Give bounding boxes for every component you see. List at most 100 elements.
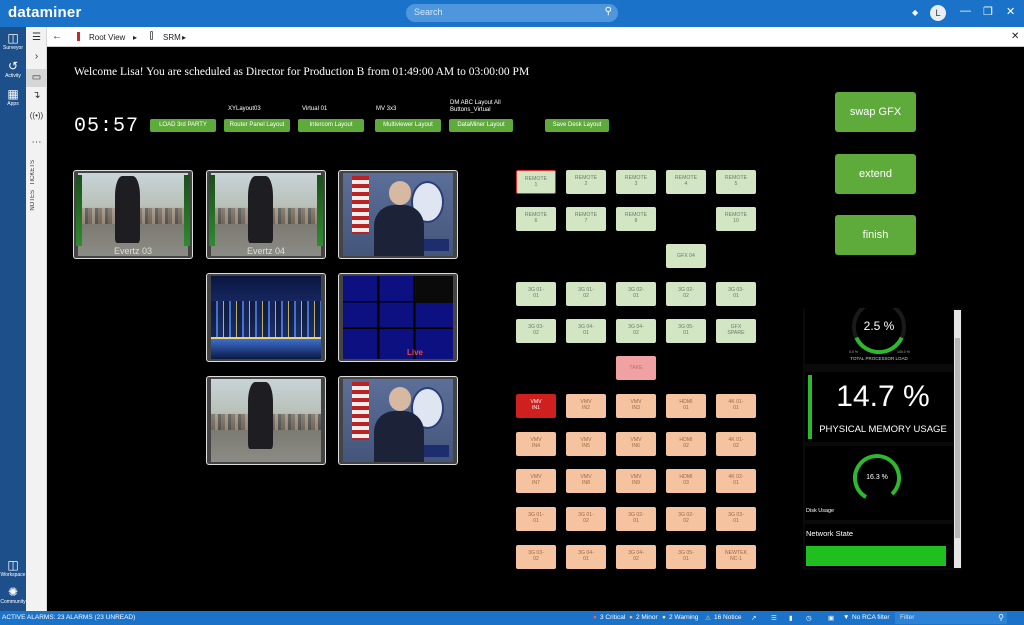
remote-button[interactable]: REMOTE 5 (716, 170, 756, 194)
destination-button[interactable]: VMV IN2 (566, 394, 606, 418)
notes-tab[interactable]: NOTES (30, 190, 36, 211)
destination-button[interactable]: 4K 01- 02 (716, 432, 756, 456)
remote-button[interactable]: REMOTE 6 (516, 207, 556, 231)
destination-button[interactable]: VMV IN7 (516, 469, 556, 493)
source-button[interactable]: 3G 04- 02 (616, 319, 656, 343)
source-button[interactable]: 3G 04- 01 (566, 319, 606, 343)
rail-item-activity[interactable]: ↺ Activity (0, 59, 26, 80)
destination-button[interactable]: VMV IN1 (516, 394, 556, 418)
destination-button[interactable]: VMV IN3 (616, 394, 656, 418)
more-icon[interactable]: ⋯ (26, 137, 47, 148)
monitor-icon[interactable]: ▭ (26, 69, 47, 87)
back-arrow-icon[interactable]: ← (52, 31, 62, 42)
broadcast-icon[interactable]: ((•)) (26, 111, 47, 120)
rail-item-apps[interactable]: ▦ Apps (0, 87, 26, 108)
restore-icon[interactable]: ❐ (983, 5, 993, 18)
remote-button[interactable]: REMOTE 2 (566, 170, 606, 194)
destination-button[interactable]: HDMI 01 (666, 394, 706, 418)
list-icon[interactable]: ☰ (771, 614, 777, 622)
video-tile-street[interactable] (206, 376, 326, 465)
take-button[interactable]: TAKE (616, 356, 656, 380)
avatar[interactable]: L (930, 5, 946, 21)
save-desk-layout-button[interactable]: Save Desk Layout (545, 119, 609, 132)
critical-count[interactable]: 3 Critical (600, 614, 625, 621)
search-icon[interactable]: ⚲ (605, 6, 612, 17)
destination-button[interactable]: 3G 01- 02 (566, 507, 606, 531)
destination-button[interactable]: NEWTEK NC-1 (716, 545, 756, 569)
remote-button[interactable]: REMOTE 4 (666, 170, 706, 194)
source-button[interactable]: 3G 02- 01 (616, 282, 656, 306)
close-icon[interactable]: ✕ (1006, 5, 1015, 18)
destination-button[interactable]: 4K 01- 01 (716, 394, 756, 418)
multiviewer-layout-button[interactable]: Multiviewer Layout (375, 119, 441, 132)
destination-button[interactable]: VMV IN4 (516, 432, 556, 456)
breadcrumb-caret-icon[interactable]: ▸ (133, 33, 137, 42)
warning-count[interactable]: 2 Warning (669, 614, 698, 621)
breadcrumb-root[interactable]: Root View (89, 33, 125, 42)
destination-button[interactable]: VMV IN9 (616, 469, 656, 493)
stats-scrollbar[interactable] (954, 310, 961, 568)
filter-input[interactable]: Filter ⚲ (895, 612, 1007, 624)
scroll-thumb[interactable] (955, 338, 960, 538)
video-tile-live[interactable]: Live (338, 273, 458, 362)
chart-icon[interactable]: ↗ (751, 614, 756, 622)
close-view-icon[interactable]: ✕ (1011, 31, 1019, 42)
source-button[interactable]: 3G 05- 01 (666, 319, 706, 343)
minimize-icon[interactable]: — (960, 5, 971, 17)
destination-button[interactable]: VMV IN6 (616, 432, 656, 456)
load-3rd-party-button[interactable]: LOAD 3rd PARTY (150, 119, 216, 132)
breadcrumb-srm[interactable]: SRM (163, 33, 181, 42)
destination-button[interactable]: VMV IN8 (566, 469, 606, 493)
active-alarms[interactable]: ACTIVE ALARMS: 23 ALARMS (23 UNREAD) (2, 614, 135, 621)
destination-button[interactable]: 3G 01- 01 (516, 507, 556, 531)
hamburger-icon[interactable]: ☰ (26, 32, 47, 43)
destination-button[interactable]: 3G 02- 01 (616, 507, 656, 531)
video-tile-evertz-03[interactable]: Evertz 03 (73, 170, 193, 259)
rail-item-community[interactable]: ✺ Community (0, 585, 26, 606)
remote-button[interactable]: REMOTE 10 (716, 207, 756, 231)
swap-gfx-button[interactable]: swap GFX (835, 92, 916, 132)
finish-button[interactable]: finish (835, 215, 916, 255)
intercom-layout-button[interactable]: Intercom Layout (298, 119, 364, 132)
focus-icon[interactable]: ▣ (828, 614, 834, 622)
source-button[interactable]: 3G 03- 01 (716, 282, 756, 306)
destination-button[interactable]: 3G 02- 02 (666, 507, 706, 531)
destination-button[interactable]: 3G 04- 02 (616, 545, 656, 569)
video-tile-city[interactable] (206, 273, 326, 362)
source-button[interactable]: 3G 01- 01 (516, 282, 556, 306)
rail-item-surveyor[interactable]: ◫ Surveyor (0, 31, 26, 52)
notice-count[interactable]: 16 Notice (714, 614, 741, 621)
extend-button[interactable]: extend (835, 154, 916, 194)
destination-button[interactable]: VMV IN5 (566, 432, 606, 456)
source-button[interactable]: 3G 01- 02 (566, 282, 606, 306)
destination-button[interactable]: 3G 04- 01 (566, 545, 606, 569)
source-button[interactable]: 3G 03- 02 (516, 319, 556, 343)
search-box[interactable]: Search ⚲ (406, 4, 618, 22)
breadcrumb-caret-icon[interactable]: ▸ (182, 33, 186, 42)
destination-button[interactable]: HDMI 03 (666, 469, 706, 493)
minor-count[interactable]: 2 Minor (636, 614, 658, 621)
chevron-right-icon[interactable]: › (26, 51, 47, 62)
bookmark-icon[interactable]: ▮ (789, 614, 793, 622)
clock-icon[interactable]: ◷ (806, 614, 812, 622)
gfx-button[interactable]: GFX 04 (666, 244, 706, 268)
tickets-tab[interactable]: TICKETS (30, 160, 36, 185)
remote-button[interactable]: REMOTE 1 (516, 170, 556, 194)
video-tile-evertz-04[interactable]: Evertz 04 (206, 170, 326, 259)
destination-button[interactable]: 3G 05- 01 (666, 545, 706, 569)
destination-button[interactable]: 3G 03- 01 (716, 507, 756, 531)
source-button[interactable]: 3G 02- 02 (666, 282, 706, 306)
remote-button[interactable]: REMOTE 8 (616, 207, 656, 231)
rca-filter[interactable]: No RCA filter (852, 614, 890, 621)
destination-button[interactable]: 3G 03- 02 (516, 545, 556, 569)
destination-button[interactable]: 4K 02- 01 (716, 469, 756, 493)
router-panel-layout-button[interactable]: Router Panel Layout (224, 119, 290, 132)
rail-item-workspace[interactable]: ◫ Workspace (0, 558, 26, 579)
route-icon[interactable]: ↴ (26, 90, 47, 101)
destination-button[interactable]: HDMI 02 (666, 432, 706, 456)
source-button[interactable]: GFX SPARE (716, 319, 756, 343)
notification-dot-icon[interactable]: ◆ (912, 8, 918, 17)
dataminer-layout-button[interactable]: DataMiner Layout (449, 119, 513, 132)
video-tile-speech-1[interactable] (338, 170, 458, 259)
remote-button[interactable]: REMOTE 3 (616, 170, 656, 194)
